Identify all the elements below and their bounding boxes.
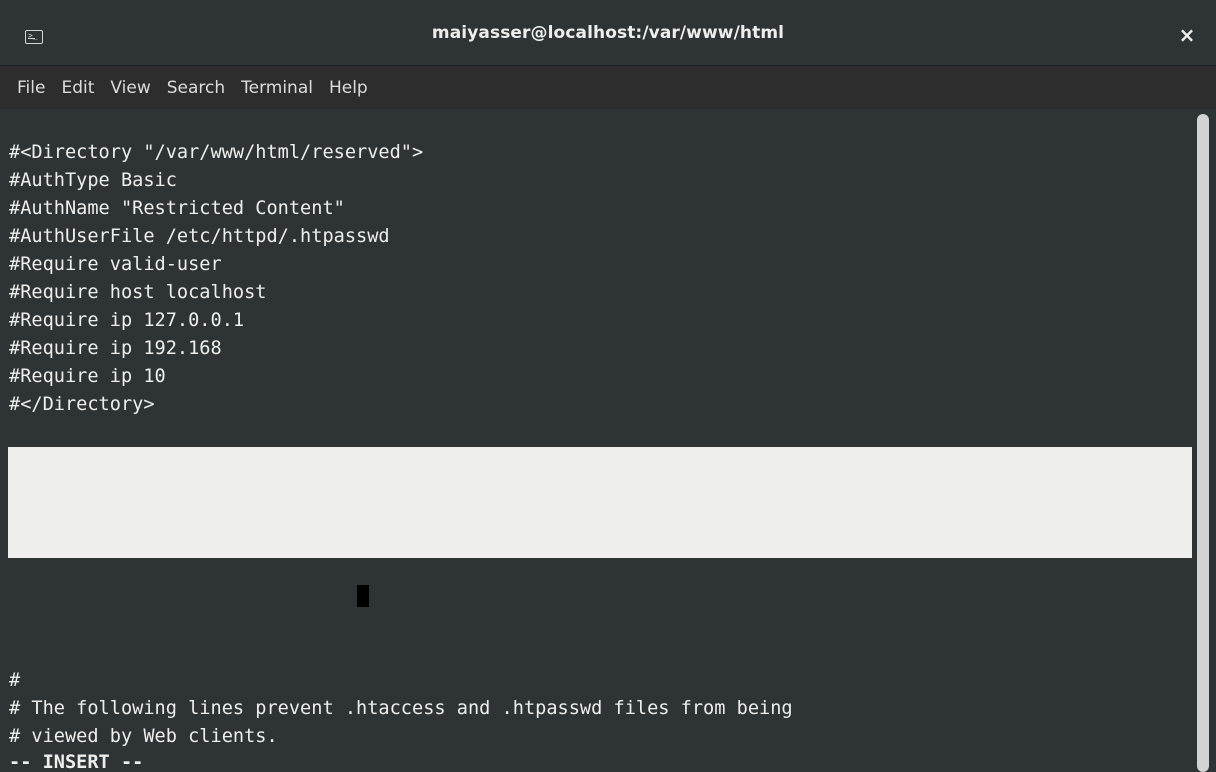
editor-line: #Require valid-user — [9, 254, 222, 275]
menu-search[interactable]: Search — [159, 72, 233, 104]
terminal-window: >_ maiyasser@localhost:/var/www/html × F… — [0, 0, 1216, 772]
editor-line: # DirectoryIndex: sets the file that Apa… — [9, 478, 782, 499]
editor-line: #AuthUserFile /etc/httpd/.htpasswd — [9, 226, 390, 247]
text-cursor — [357, 585, 370, 607]
menu-bar: File Edit View Search Terminal Help — [0, 66, 1216, 109]
editor-line: # — [9, 534, 21, 555]
editor-line: # viewed by Web clients. — [9, 726, 278, 747]
window-title: maiyasser@localhost:/var/www/html — [431, 23, 785, 43]
editor-line: #<Directory "/var/www/html/reserved"> — [9, 142, 424, 163]
editor-line: # is requested. — [9, 506, 177, 527]
editor-line: #Require ip 192.168 — [9, 338, 222, 359]
menu-terminal[interactable]: Terminal — [233, 72, 321, 104]
editor-line: # — [9, 450, 21, 471]
vim-mode-indicator: -- INSERT -- — [9, 752, 144, 772]
menu-file[interactable]: File — [9, 72, 53, 104]
editor-line: #AuthName "Restricted Content" — [9, 198, 345, 219]
editor-line: #</Directory> — [9, 394, 155, 415]
menu-help[interactable]: Help — [321, 72, 376, 104]
menu-view[interactable]: View — [102, 72, 158, 104]
editor-line: #Require ip 10 — [9, 366, 166, 387]
editor-line: # — [9, 670, 21, 691]
title-bar[interactable]: >_ maiyasser@localhost:/var/www/html × — [0, 0, 1216, 66]
editor-line: # The following lines prevent .htaccess … — [9, 698, 793, 719]
editor-line: #Require ip 127.0.0.1 — [9, 310, 245, 331]
editor-line: #AuthType Basic — [9, 170, 177, 191]
menu-edit[interactable]: Edit — [53, 72, 102, 104]
scrollbar-thumb[interactable] — [1197, 114, 1209, 772]
editor-line-text: DirectoryIndex default.html — [9, 587, 357, 608]
editor-line-selected: <IfModule dir_module> — [9, 559, 245, 580]
editor-line-selected: </IfModule> — [9, 615, 133, 636]
close-icon[interactable]: × — [1174, 22, 1200, 48]
editor-line: #Require host localhost — [9, 282, 267, 303]
editor-line-selected-cursor: DirectoryIndex default.html — [9, 584, 370, 612]
